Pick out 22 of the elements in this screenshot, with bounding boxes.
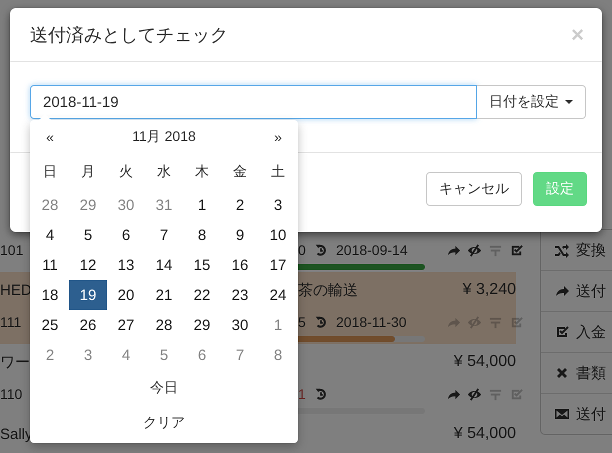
row-code: 101 bbox=[0, 242, 24, 258]
row-title: HED bbox=[0, 282, 32, 298]
row-code: 111 bbox=[0, 314, 22, 330]
row-date: 2018-09-14 bbox=[336, 242, 408, 258]
weekday-label: 水 bbox=[156, 162, 172, 181]
row-title: ワー bbox=[0, 352, 30, 372]
row-amount: ¥ 54,000 bbox=[454, 425, 516, 443]
row-code: 110 bbox=[0, 386, 22, 402]
row-count: 0 bbox=[298, 242, 306, 258]
row-date: 2018-11-30 bbox=[336, 314, 407, 330]
row-amount: ¥ 3,240 bbox=[462, 281, 516, 299]
row-count: 5 bbox=[298, 314, 306, 330]
weekday-label: 木 bbox=[194, 162, 210, 181]
row-count: 1 bbox=[298, 386, 306, 402]
weekday-label: 月 bbox=[80, 162, 96, 181]
dialog-title: 送付済みとしてチェック bbox=[30, 24, 228, 46]
weekday-label: 金 bbox=[232, 162, 248, 181]
weekday-label: 火 bbox=[118, 162, 134, 181]
weekday-label: 土 bbox=[270, 162, 286, 181]
weekday-label: 日 bbox=[42, 162, 58, 181]
row-description: 茶の輸送 bbox=[298, 280, 358, 300]
row-amount: ¥ 54,000 bbox=[454, 353, 516, 371]
